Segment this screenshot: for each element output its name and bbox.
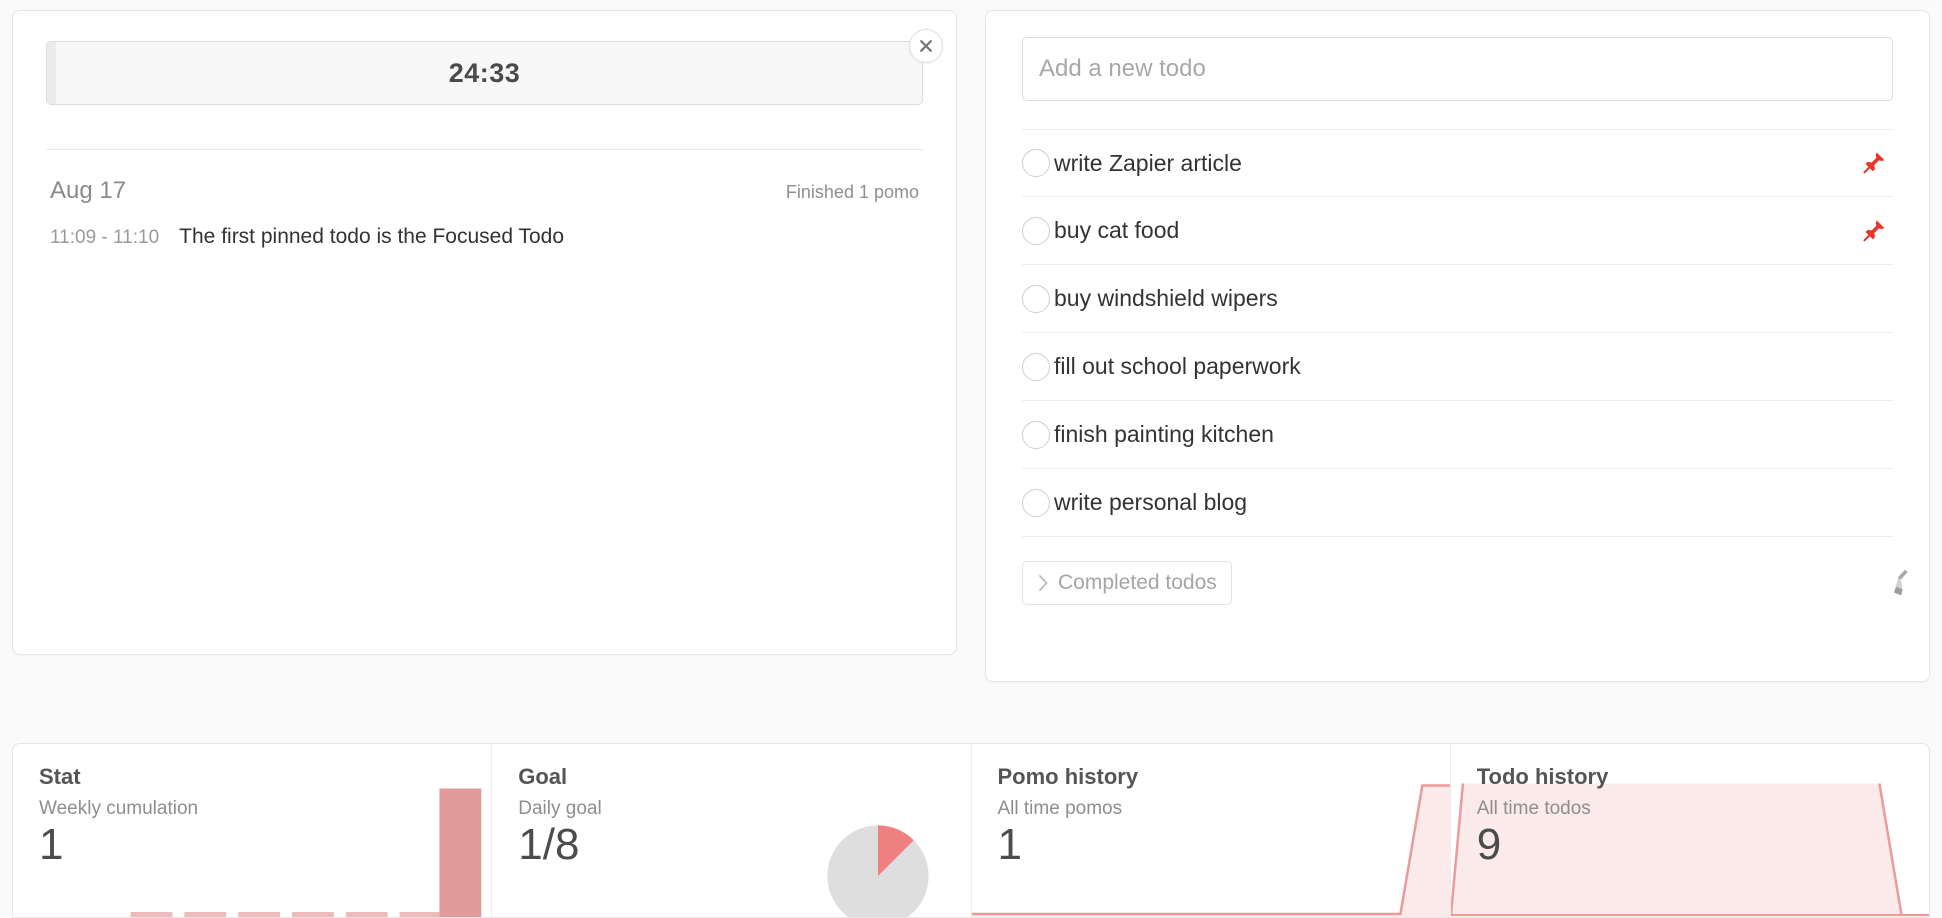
todo-footer: Completed todos <box>1022 561 1893 605</box>
todo-checkbox[interactable] <box>1022 149 1050 177</box>
todo-list-item[interactable]: buy windshield wipers <box>1022 265 1893 333</box>
top-panels-row: 24:33 Aug 17 Finished 1 pomo 11:09 - 11:… <box>0 0 1942 690</box>
stat-card-title: Pomo history <box>998 764 1424 790</box>
stat-card-subtitle: Weekly cumulation <box>39 798 465 820</box>
timer-progress-fill <box>47 42 56 104</box>
stat-card-subtitle: All time todos <box>1477 798 1903 820</box>
todo-checkbox[interactable] <box>1022 489 1050 517</box>
stat-card-pomo-history[interactable]: Pomo history All time pomos 1 <box>972 744 1451 917</box>
todo-list-item[interactable]: finish painting kitchen <box>1022 401 1893 469</box>
todo-list: write Zapier article buy cat food <box>1022 129 1893 537</box>
todo-list-item[interactable]: write personal blog <box>1022 469 1893 537</box>
stat-card-todo-history[interactable]: Todo history All time todos 9 <box>1451 744 1929 917</box>
todo-panel: write Zapier article buy cat food <box>985 10 1930 682</box>
stat-card-title: Stat <box>39 764 465 790</box>
stat-card-title: Todo history <box>1477 764 1903 790</box>
broom-icon[interactable] <box>1889 568 1915 598</box>
pomodoro-app-window: 24:33 Aug 17 Finished 1 pomo 11:09 - 11:… <box>0 0 1942 918</box>
completed-todos-label: Completed todos <box>1058 571 1217 595</box>
pomo-entry-time: 11:09 - 11:10 <box>50 227 159 249</box>
stat-card-subtitle: All time pomos <box>998 798 1424 820</box>
todo-item-label: buy cat food <box>1054 217 1861 244</box>
todo-checkbox[interactable] <box>1022 421 1050 449</box>
panel-divider <box>46 149 923 150</box>
pomo-date-label: Aug 17 <box>50 177 126 205</box>
todo-checkbox[interactable] <box>1022 353 1050 381</box>
todo-item-label: finish painting kitchen <box>1054 421 1893 448</box>
pomo-finished-count: Finished 1 pomo <box>786 182 919 203</box>
pomo-entry-title: The first pinned todo is the Focused Tod… <box>179 225 564 249</box>
stat-card-goal[interactable]: Goal Daily goal 1/8 <box>492 744 971 917</box>
todo-checkbox[interactable] <box>1022 217 1050 245</box>
stat-card-value: 1 <box>39 822 465 868</box>
todo-item-label: write Zapier article <box>1054 150 1861 177</box>
todo-list-item[interactable]: write Zapier article <box>1022 129 1893 197</box>
pomo-history-entry[interactable]: 11:09 - 11:10 The first pinned todo is t… <box>46 225 923 249</box>
stat-card-subtitle: Daily goal <box>518 798 944 820</box>
stats-summary-row: Stat Weekly cumulation 1 Goal Daily goal… <box>12 743 1930 918</box>
stat-card-weekly[interactable]: Stat Weekly cumulation 1 <box>13 744 492 917</box>
stat-card-value: 9 <box>1477 822 1903 868</box>
todo-item-label: buy windshield wipers <box>1054 285 1893 312</box>
pin-icon[interactable] <box>1861 150 1887 176</box>
close-icon-glyph <box>918 38 934 54</box>
stat-card-title: Goal <box>518 764 944 790</box>
todo-list-item[interactable]: buy cat food <box>1022 197 1893 265</box>
stat-card-value: 1 <box>998 822 1424 868</box>
todo-item-label: write personal blog <box>1054 489 1893 516</box>
completed-todos-button[interactable]: Completed todos <box>1022 561 1232 605</box>
timer-progress-bar[interactable]: 24:33 <box>46 41 923 105</box>
todo-list-item[interactable]: fill out school paperwork <box>1022 333 1893 401</box>
close-icon[interactable] <box>909 29 943 63</box>
pin-icon[interactable] <box>1861 218 1887 244</box>
pomo-day-header: Aug 17 Finished 1 pomo <box>46 177 923 205</box>
timer-panel: 24:33 Aug 17 Finished 1 pomo 11:09 - 11:… <box>12 10 957 655</box>
stat-card-value: 1/8 <box>518 822 944 868</box>
add-todo-input[interactable] <box>1022 37 1893 101</box>
todo-item-label: fill out school paperwork <box>1054 353 1893 380</box>
chevron-right-icon <box>1037 574 1050 592</box>
todo-checkbox[interactable] <box>1022 285 1050 313</box>
timer-countdown-value: 24:33 <box>449 58 521 89</box>
